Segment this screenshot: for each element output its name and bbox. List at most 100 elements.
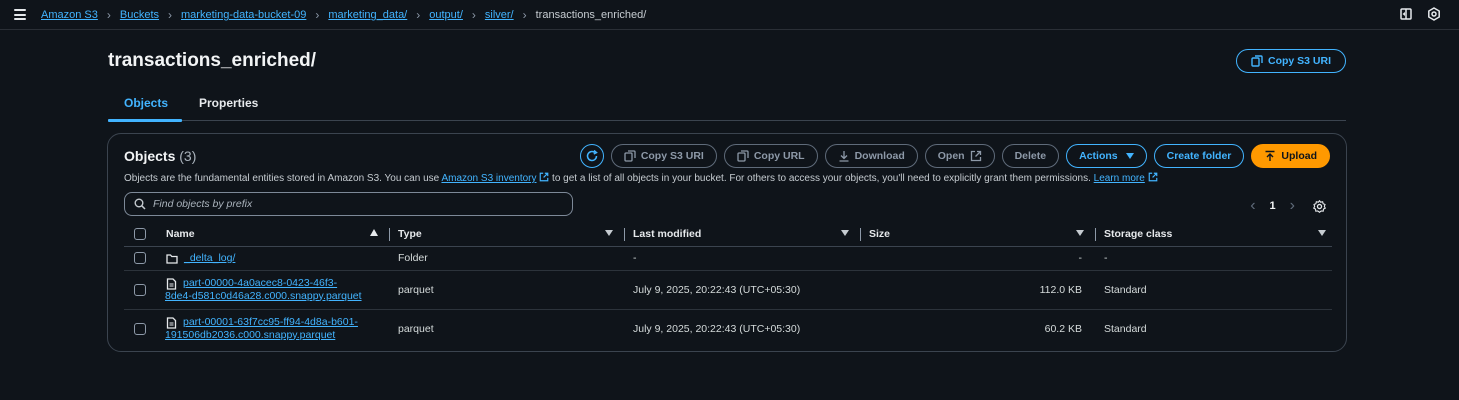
- breadcrumb-bucket[interactable]: marketing-data-bucket-09: [181, 9, 306, 21]
- copy-s3-uri-label: Copy S3 URI: [640, 150, 704, 162]
- storage-class-cell: Standard: [1096, 270, 1332, 310]
- row-select-cell: [124, 309, 158, 348]
- external-link-icon: [539, 172, 549, 182]
- last-modified-cell: July 9, 2025, 20:22:43 (UTC+05:30): [625, 270, 861, 310]
- column-label: Storage class: [1104, 228, 1173, 241]
- row-select-cell: [124, 246, 158, 271]
- actions-dropdown[interactable]: Actions: [1066, 144, 1147, 168]
- tab-properties[interactable]: Properties: [199, 96, 258, 110]
- type-cell: parquet: [398, 322, 434, 335]
- actions-label: Actions: [1079, 150, 1118, 162]
- notification-panel-icon[interactable]: [1399, 7, 1413, 21]
- file-icon: [166, 277, 177, 290]
- table-row[interactable]: _delta_log/ Folder - - -: [124, 246, 1332, 271]
- copy-s3-uri-label: Copy S3 URI: [1267, 55, 1331, 67]
- sort-icon: [1318, 230, 1326, 236]
- delete-button[interactable]: Delete: [1001, 144, 1060, 168]
- storage-class-cell: -: [1096, 246, 1332, 271]
- copy-url-button[interactable]: Copy URL: [723, 144, 818, 168]
- search-box: [124, 192, 573, 216]
- name-wrapper: _delta_log/: [166, 252, 390, 265]
- tab-bar: Objects Properties: [108, 90, 1346, 122]
- column-label: Size: [869, 228, 891, 241]
- object-name-line-1: part-00000-4a0acec8-0423-46f3-: [183, 276, 338, 289]
- description-text-2: to get a list of all objects in your buc…: [549, 173, 1094, 184]
- s3-inventory-link[interactable]: Amazon S3 inventory: [441, 173, 536, 184]
- description-text: Objects are the fundamental entities sto…: [124, 173, 442, 184]
- copy-s3-uri-header-button[interactable]: Copy S3 URI: [1236, 49, 1346, 73]
- object-name-line-2: 191506db2036.c000.snappy.parquet: [165, 328, 336, 341]
- chevron-right-icon: ›: [416, 8, 421, 22]
- size-cell: 112.0 KB: [861, 270, 1096, 310]
- row-checkbox[interactable]: [134, 252, 146, 265]
- objects-panel: Objects (3) Copy S3 URI Copy URL Downloa…: [107, 133, 1347, 352]
- name-wrapper: part-00001-63f7cc95-ff94-4d8a-b601- 1915…: [165, 316, 390, 342]
- row-select-cell: [124, 270, 158, 310]
- copy-url-label: Copy URL: [753, 150, 805, 162]
- name-cell: part-00001-63f7cc95-ff94-4d8a-b601- 1915…: [158, 309, 390, 348]
- open-button[interactable]: Open: [924, 144, 995, 168]
- page-number[interactable]: 1: [1270, 200, 1276, 212]
- top-icons: [1399, 7, 1441, 21]
- open-label: Open: [937, 150, 965, 162]
- upload-icon: [1265, 150, 1275, 161]
- page-title: transactions_enriched/: [108, 50, 317, 71]
- refresh-button[interactable]: [579, 144, 604, 168]
- objects-count: (3): [179, 148, 197, 164]
- folder-icon: [166, 253, 178, 264]
- caret-down-icon: [1125, 153, 1134, 159]
- type-cell: Folder: [390, 246, 625, 271]
- settings-icon[interactable]: [1427, 7, 1441, 21]
- tab-objects[interactable]: Objects: [124, 96, 168, 110]
- copy-icon: [737, 150, 749, 162]
- breadcrumb-silver[interactable]: silver/: [485, 9, 514, 21]
- column-header-storage-class[interactable]: Storage class: [1096, 223, 1332, 247]
- sort-icon: [1076, 230, 1084, 236]
- type-cell: parquet: [390, 270, 625, 310]
- search-input[interactable]: [153, 198, 553, 210]
- row-checkbox[interactable]: [134, 283, 146, 296]
- select-all-header: [124, 223, 158, 247]
- chevron-right-icon: ›: [168, 8, 173, 22]
- object-name-link[interactable]: part-00000-4a0acec8-0423-46f3- 8de4-d581…: [165, 276, 362, 303]
- table-row[interactable]: part-00001-63f7cc95-ff94-4d8a-b601- 1915…: [124, 309, 1332, 348]
- column-header-type[interactable]: Type: [390, 223, 625, 247]
- pagination: ‹ 1 ›: [1250, 197, 1326, 215]
- next-page-icon[interactable]: ›: [1290, 197, 1295, 215]
- objects-title: Objects: [124, 148, 176, 164]
- row-checkbox[interactable]: [134, 322, 146, 335]
- column-header-last-modified[interactable]: Last modified: [625, 223, 861, 247]
- copy-icon: [1251, 55, 1263, 67]
- upload-label: Upload: [1281, 150, 1317, 162]
- copy-s3-uri-button[interactable]: Copy S3 URI: [610, 144, 717, 168]
- table-header-row: Name Type Last modified Size Storage cla…: [124, 223, 1332, 247]
- chevron-right-icon: ›: [106, 8, 111, 22]
- file-icon: [166, 317, 177, 329]
- chevron-right-icon: ›: [315, 8, 320, 22]
- column-header-name[interactable]: Name: [158, 223, 390, 247]
- upload-button[interactable]: Upload: [1251, 144, 1330, 168]
- gear-icon[interactable]: [1313, 199, 1326, 213]
- learn-more-link[interactable]: Learn more: [1094, 173, 1145, 184]
- create-folder-button[interactable]: Create folder: [1153, 144, 1245, 168]
- object-name-link[interactable]: part-00001-63f7cc95-ff94-4d8a-b601- 1915…: [165, 316, 358, 342]
- storage-class-cell: Standard: [1104, 322, 1147, 335]
- breadcrumb-amazon-s3[interactable]: Amazon S3: [41, 9, 98, 21]
- size-cell: 60.2 KB: [1044, 322, 1082, 335]
- external-link-icon: [970, 150, 981, 162]
- column-header-size[interactable]: Size: [861, 223, 1096, 247]
- download-label: Download: [854, 150, 905, 162]
- download-button[interactable]: Download: [824, 144, 918, 168]
- breadcrumb-output[interactable]: output/: [429, 9, 463, 21]
- previous-page-icon[interactable]: ‹: [1250, 197, 1255, 215]
- name-wrapper: part-00000-4a0acec8-0423-46f3- 8de4-d581…: [165, 276, 390, 303]
- menu-icon[interactable]: [14, 9, 26, 20]
- objects-toolbar: Copy S3 URI Copy URL Download Open Delet…: [579, 144, 1330, 168]
- table-row[interactable]: part-00000-4a0acec8-0423-46f3- 8de4-d581…: [124, 270, 1332, 310]
- breadcrumb-buckets[interactable]: Buckets: [120, 9, 159, 21]
- breadcrumb: Amazon S3 › Buckets › marketing-data-buc…: [41, 8, 646, 22]
- objects-table: Name Type Last modified Size Storage cla…: [124, 223, 1332, 348]
- object-name-link[interactable]: _delta_log/: [184, 252, 235, 265]
- breadcrumb-marketing-data[interactable]: marketing_data/: [328, 9, 407, 21]
- select-all-checkbox[interactable]: [134, 228, 146, 241]
